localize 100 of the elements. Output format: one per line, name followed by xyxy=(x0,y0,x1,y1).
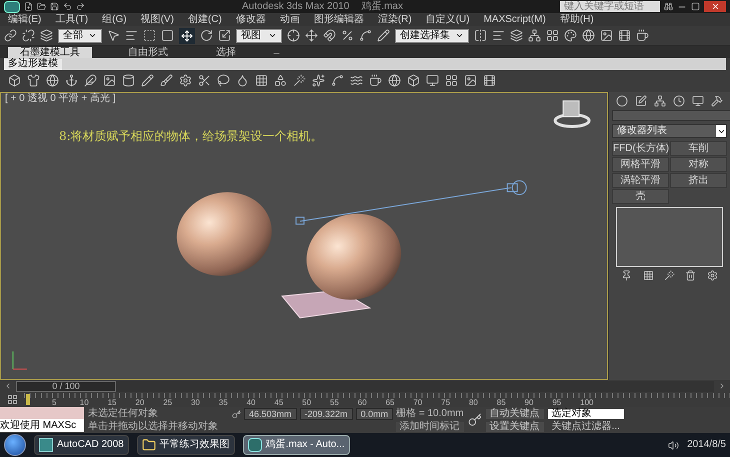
save-icon[interactable] xyxy=(50,2,59,11)
modifier-stack-list[interactable] xyxy=(616,207,723,267)
menu-item[interactable]: MAXScript(M) xyxy=(484,14,546,24)
move-button[interactable] xyxy=(179,28,195,44)
time-slider-track[interactable]: 0 / 100 xyxy=(16,380,714,392)
layers-icon[interactable] xyxy=(40,29,53,42)
wand-icon[interactable] xyxy=(293,74,306,86)
picture-icon[interactable] xyxy=(464,74,477,86)
rotate-icon[interactable] xyxy=(200,29,213,42)
list-icon[interactable] xyxy=(125,29,138,42)
app-logo-icon[interactable] xyxy=(4,0,20,12)
anchor-icon[interactable] xyxy=(65,74,78,86)
taskbar-item[interactable]: AutoCAD 2008 xyxy=(34,435,129,455)
scale-icon[interactable] xyxy=(218,29,231,42)
trash-icon[interactable] xyxy=(685,270,696,281)
set-key-button[interactable]: 设置关键点 xyxy=(486,422,544,432)
maximize-icon[interactable] xyxy=(691,2,700,11)
previous-frame-icon[interactable] xyxy=(4,382,12,390)
binoculars-icon[interactable] xyxy=(664,2,673,11)
taskbar-item[interactable]: 鸡蛋.max - Auto... xyxy=(242,435,350,455)
scissors-icon[interactable] xyxy=(198,74,211,86)
film-icon[interactable] xyxy=(618,29,631,42)
box-icon[interactable] xyxy=(407,74,420,86)
edit-icon[interactable] xyxy=(377,29,390,42)
menu-item[interactable]: 组(G) xyxy=(102,14,127,24)
grid-icon[interactable] xyxy=(255,74,268,86)
modifier-button[interactable]: 网格平滑 xyxy=(612,157,669,172)
hammer-icon[interactable] xyxy=(711,95,723,107)
modifier-button[interactable]: 涡轮平滑 xyxy=(612,173,669,188)
shirt-icon[interactable] xyxy=(27,74,40,86)
start-button[interactable] xyxy=(4,434,26,456)
menu-item[interactable]: 工具(T) xyxy=(55,14,88,24)
redo-icon[interactable] xyxy=(76,2,85,11)
grid-icon[interactable] xyxy=(546,29,559,42)
time-marker[interactable] xyxy=(26,394,30,404)
pointer-icon[interactable] xyxy=(107,29,120,42)
modifier-button[interactable]: 壳 xyxy=(612,189,669,204)
monitor-icon[interactable] xyxy=(692,95,704,107)
modifier-button[interactable]: 对称 xyxy=(670,157,727,172)
menu-item[interactable]: 渲染(R) xyxy=(378,14,412,24)
percent-icon[interactable] xyxy=(341,29,354,42)
wave-icon[interactable] xyxy=(350,74,363,86)
menu-item[interactable]: 自定义(U) xyxy=(426,14,470,24)
modifier-button[interactable]: 车削 xyxy=(670,141,727,156)
feather-icon[interactable] xyxy=(84,74,97,86)
pin-icon[interactable] xyxy=(621,270,632,281)
cube-icon[interactable] xyxy=(8,74,21,86)
script-output-field[interactable]: 欢迎使用 MAXSc xyxy=(0,419,84,432)
monitor-icon[interactable] xyxy=(426,74,439,86)
wand-icon[interactable] xyxy=(664,270,675,281)
film-icon[interactable] xyxy=(483,74,496,86)
viewcube-icon[interactable] xyxy=(554,100,591,128)
modify-icon[interactable] xyxy=(635,95,647,107)
sphere-icon[interactable] xyxy=(388,74,401,86)
lasso-icon[interactable] xyxy=(217,74,230,86)
menu-item[interactable]: 帮助(H) xyxy=(560,14,594,24)
modifier-button[interactable]: 挤出 xyxy=(670,173,727,188)
image-icon[interactable] xyxy=(103,74,116,86)
layout-icon[interactable] xyxy=(445,74,458,86)
close-button[interactable] xyxy=(704,1,726,12)
hierarchy-icon[interactable] xyxy=(654,95,666,107)
settings-icon[interactable] xyxy=(706,270,718,281)
dropdown[interactable]: 视图 xyxy=(236,28,282,42)
globe-icon[interactable] xyxy=(582,29,595,42)
unlink-icon[interactable] xyxy=(22,29,35,42)
add-time-tag-button[interactable]: 添加时间标记 xyxy=(396,422,464,432)
palette-icon[interactable] xyxy=(564,29,577,42)
viewport-label[interactable]: [ + 0 透视 0 平滑 + 高光 ] xyxy=(5,94,116,104)
folder-icon[interactable] xyxy=(37,2,46,11)
grid-icon[interactable] xyxy=(642,270,654,281)
teapot-icon[interactable] xyxy=(636,29,649,42)
align-icon[interactable] xyxy=(492,29,505,42)
drop-icon[interactable] xyxy=(236,74,249,86)
script-listener-field[interactable] xyxy=(0,407,84,419)
viewport[interactable]: [ + 0 透视 0 平滑 + 高光 ] 8:将材质赋予相应的物体，给场景架设一个相机。 xyxy=(0,92,608,380)
y-coordinate-field[interactable]: -209.322m xyxy=(300,408,353,420)
ribbon-panel-tab[interactable]: 多边形建模 xyxy=(4,58,62,70)
move-icon[interactable] xyxy=(305,29,318,42)
auto-key-button[interactable]: 自动关键点 xyxy=(486,408,544,418)
pivot-icon[interactable] xyxy=(287,29,300,42)
modifier-button[interactable]: FFD(长方体) xyxy=(612,141,669,156)
clock-icon[interactable] xyxy=(673,95,685,107)
graph-icon[interactable] xyxy=(528,29,541,42)
menu-item[interactable]: 创建(C) xyxy=(188,14,222,24)
timeline-track[interactable]: 5 10 15 20 25 30 35 40 45 50 55 60 65 70 75 80 85 90 95 100 xyxy=(24,392,730,406)
magnet-icon[interactable] xyxy=(323,29,336,42)
gear-icon[interactable] xyxy=(179,74,192,86)
key-icon[interactable] xyxy=(468,413,482,427)
x-coordinate-field[interactable]: 46.503mm xyxy=(244,408,297,420)
layers-icon[interactable] xyxy=(510,29,523,42)
key-filters-button[interactable]: 关键点过滤器... xyxy=(548,422,624,432)
mirror-icon[interactable] xyxy=(474,29,487,42)
undo-icon[interactable] xyxy=(63,2,72,11)
dropdown[interactable]: 创建选择集 xyxy=(395,28,469,42)
menu-item[interactable]: 视图(V) xyxy=(140,14,174,24)
brush-icon[interactable] xyxy=(160,74,173,86)
square-icon[interactable] xyxy=(161,29,174,42)
next-frame-icon[interactable] xyxy=(718,382,726,390)
menu-item[interactable]: 编辑(E) xyxy=(8,14,42,24)
spline-icon[interactable] xyxy=(331,74,344,86)
